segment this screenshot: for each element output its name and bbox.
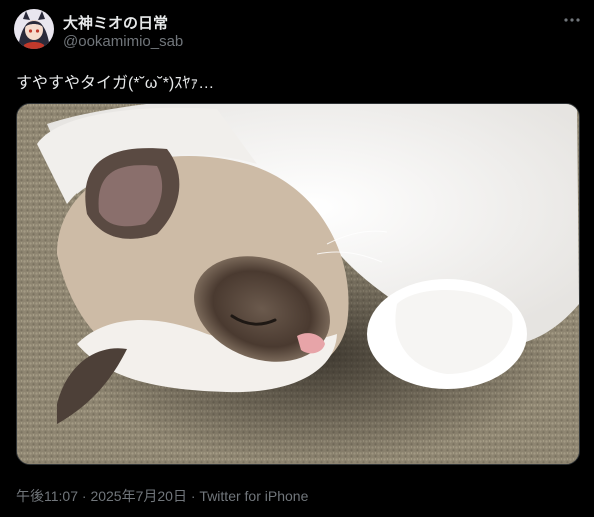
meta-separator: · [78, 488, 91, 504]
character-avatar-icon [14, 9, 54, 49]
tweet-client[interactable]: Twitter for iPhone [199, 488, 308, 504]
display-name[interactable]: 大神ミオの日常 [63, 12, 168, 33]
more-horizontal-icon [564, 18, 580, 22]
avatar[interactable] [14, 9, 54, 49]
tweet-time[interactable]: 午後11:07 [16, 488, 78, 504]
user-handle[interactable]: @ookamimio_sab [63, 33, 183, 50]
tweet-image[interactable] [16, 103, 580, 465]
tweet-date[interactable]: 2025年7月20日 [90, 488, 187, 504]
tweet-text: すやすやタイガ(*˘ω˘*)ｽﾔｧ… [16, 75, 215, 92]
sleeping-cat-image [17, 104, 579, 464]
more-options-button[interactable] [558, 8, 586, 32]
tweet-metadata: 午後11:07 · 2025年7月20日 · Twitter for iPhon… [16, 486, 308, 506]
tweet-card: 大神ミオの日常 @ookamimio_sab すやすやタイガ(*˘ω˘*)ｽﾔｧ… [0, 0, 594, 517]
meta-separator: · [186, 488, 200, 504]
